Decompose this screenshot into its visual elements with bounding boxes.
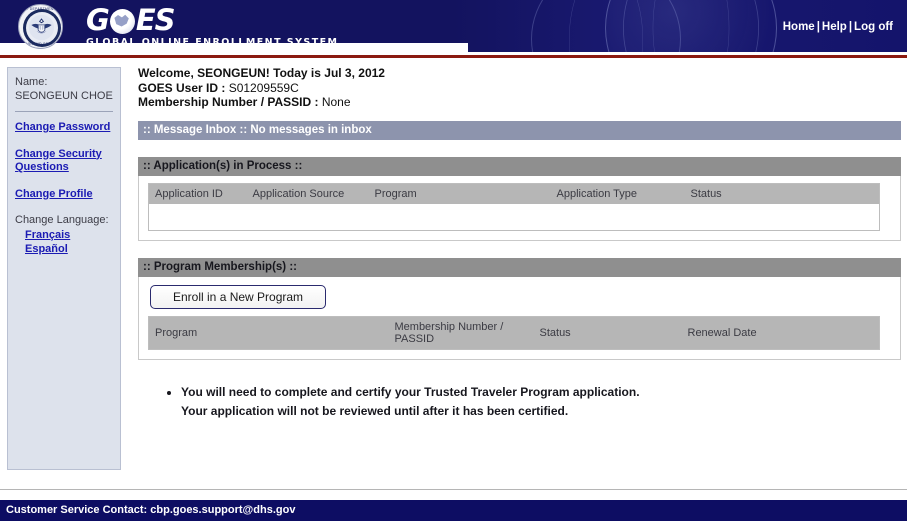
col-application-id: Application ID — [148, 183, 247, 204]
footer-divider — [0, 489, 907, 490]
seal-bottom-text: HOMELAND SECURITY — [20, 41, 63, 46]
memberships-section-title: :: Program Membership(s) :: — [138, 258, 901, 277]
welcome-user-id-row: GOES User ID : S01209559C — [138, 81, 903, 96]
welcome-greeting: Welcome, SEONGEUN! Today is Jul 3, 2012 — [138, 66, 385, 80]
goes-subtitle: GLOBAL ONLINE ENROLLMENT SYSTEM — [86, 37, 339, 48]
memberships-section-body: Enroll in a New Program Program Membersh… — [138, 277, 901, 360]
dhs-seal-logo: U.S. DEPARTMENT OF HOMELAND SECURITY — [10, 4, 72, 50]
goes-logo: G ES GLOBAL ONLINE ENROLLMENT SYSTEM — [86, 6, 339, 49]
memberships-table: Program Membership Number / PASSID Statu… — [148, 316, 880, 350]
applications-table: Application ID Application Source Progra… — [148, 182, 880, 231]
note-item: You will need to complete and certify yo… — [181, 383, 903, 421]
sidebar-user-name: Name: SEONGEUN CHOE — [15, 76, 113, 102]
site-footer: Customer Service Contact: cbp.goes.suppo… — [0, 500, 907, 521]
welcome-user-id-value: S01209559C — [228, 80, 299, 95]
goes-wordmark: G ES — [86, 6, 338, 35]
nav-help-link[interactable]: Help — [822, 21, 847, 33]
applications-table-header-row: Application ID Application Source Progra… — [148, 183, 880, 204]
memberships-section: :: Program Membership(s) :: Enroll in a … — [138, 258, 901, 360]
sidebar-language-espanol[interactable]: Español — [25, 242, 113, 256]
memberships-table-header-row: Program Membership Number / PASSID Statu… — [148, 316, 880, 350]
welcome-membership-row: Membership Number / PASSID : None — [138, 95, 903, 110]
eagle-icon — [28, 14, 55, 41]
seal-outer-ring: U.S. DEPARTMENT OF HOMELAND SECURITY — [18, 4, 63, 49]
col-status: Status — [684, 183, 880, 204]
page-root: U.S. DEPARTMENT OF HOMELAND SECURITY — [0, 0, 907, 521]
header-nav: Home | Help | Log off — [783, 21, 893, 33]
message-inbox-bar[interactable]: :: Message Inbox :: No messages in inbox — [138, 120, 901, 140]
note-line-1: You will need to complete and certify yo… — [181, 385, 640, 399]
notes-block: You will need to complete and certify yo… — [164, 383, 903, 421]
col-membership-status: Status — [533, 316, 682, 350]
sidebar-item-change-password[interactable]: Change Password — [15, 121, 113, 135]
main-content: Welcome, SEONGEUN! Today is Jul 3, 2012 … — [138, 66, 903, 421]
nav-home-link[interactable]: Home — [783, 21, 815, 33]
nav-separator-1: | — [816, 21, 820, 33]
globe-graphic-secondary-icon — [531, 0, 681, 52]
sidebar-language-label: Change Language: — [15, 214, 109, 226]
applications-section: :: Application(s) in Process :: Applicat… — [138, 156, 901, 241]
col-program: Program — [368, 183, 551, 204]
applications-section-title: :: Application(s) in Process :: — [138, 156, 901, 176]
col-application-source: Application Source — [246, 183, 369, 204]
applications-section-body: Application ID Application Source Progra… — [138, 175, 901, 241]
sidebar-item-change-profile[interactable]: Change Profile — [15, 188, 113, 202]
site-header: U.S. DEPARTMENT OF HOMELAND SECURITY — [0, 0, 907, 52]
col-renewal-date: Renewal Date — [681, 316, 880, 350]
goes-letters-es: ES — [135, 3, 176, 37]
col-membership-program: Program — [148, 316, 389, 350]
header-red-rule — [0, 55, 907, 58]
col-membership-number-passid: Membership Number / PASSID — [388, 316, 534, 350]
nav-logoff-link[interactable]: Log off — [854, 21, 893, 33]
sidebar-item-change-security-questions[interactable]: Change Security Questions — [15, 148, 113, 175]
globe-o-icon — [109, 9, 135, 34]
nav-separator-2: | — [848, 21, 853, 33]
sidebar-language-francais[interactable]: Français — [25, 228, 113, 242]
sidebar-divider — [15, 111, 113, 112]
welcome-block: Welcome, SEONGEUN! Today is Jul 3, 2012 … — [138, 66, 903, 110]
sidebar: Name: SEONGEUN CHOE Change Password Chan… — [7, 67, 121, 470]
goes-letter-g: G — [86, 3, 110, 37]
enroll-in-new-program-button[interactable]: Enroll in a New Program — [150, 285, 327, 309]
welcome-user-id-label: GOES User ID : — [138, 80, 226, 95]
applications-empty-row — [148, 203, 880, 231]
note-line-2: Your application will not be reviewed un… — [181, 404, 569, 418]
welcome-membership-label: Membership Number / PASSID : — [138, 95, 319, 109]
welcome-membership-value: None — [321, 95, 351, 109]
col-application-type: Application Type — [550, 183, 685, 204]
applications-empty-cell — [148, 203, 880, 231]
